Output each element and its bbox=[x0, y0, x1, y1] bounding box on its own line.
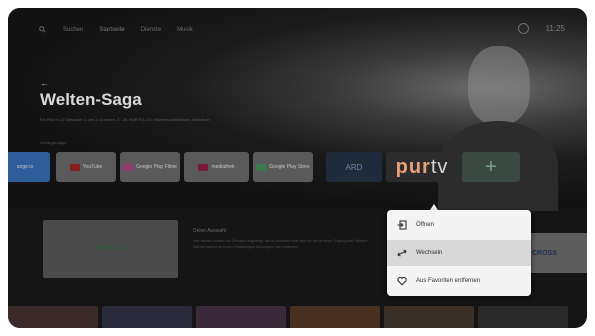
context-menu: Öffnen Wechseln Aus Favoriten entfernen bbox=[387, 210, 531, 296]
play-store-logo-icon bbox=[256, 163, 267, 171]
swap-icon bbox=[397, 249, 407, 257]
hero-title: Welten-Saga bbox=[40, 90, 142, 109]
youtube-logo-icon bbox=[69, 163, 80, 171]
nav-item-home[interactable]: Startseite bbox=[99, 27, 124, 33]
content-tile-fussball[interactable]: FUSSBALL bbox=[43, 220, 178, 278]
purtv-logo-prefix: pur bbox=[395, 155, 431, 178]
thumbnail-row bbox=[8, 306, 587, 328]
info-title: Deine Auswahl bbox=[193, 228, 227, 234]
tv-screen: Suchen Startseite Dienste Musik 11:25 ← … bbox=[8, 8, 587, 328]
thumbnail[interactable] bbox=[8, 306, 98, 328]
app-tile-ard[interactable]: ARD bbox=[326, 152, 382, 182]
thumbnail[interactable] bbox=[384, 306, 474, 328]
apps-section-label: Lieblings-Apps bbox=[40, 140, 67, 145]
mediathek-logo-icon bbox=[198, 163, 209, 171]
content-tile-right[interactable]: CROSS bbox=[526, 233, 587, 273]
heart-icon bbox=[397, 276, 407, 286]
thumbnail[interactable] bbox=[102, 306, 192, 328]
app-tile-youtube[interactable]: YouTube bbox=[56, 152, 116, 182]
play-movies-logo-icon bbox=[123, 163, 134, 171]
info-body: Hier werden Inhalte von Diensten angezei… bbox=[193, 239, 368, 249]
app-tile-purtv[interactable]: pur tv bbox=[386, 152, 458, 182]
add-app-button[interactable]: + bbox=[462, 152, 520, 182]
nav-item-music[interactable]: Musik bbox=[177, 27, 193, 33]
hero-description: Ein Film in 12 Episoden: 1 und 2 zu sehe… bbox=[40, 117, 211, 122]
app-tile-0[interactable]: ange.tv bbox=[8, 152, 50, 182]
menu-item-open[interactable]: Öffnen bbox=[387, 212, 531, 238]
info-panel: Deine Auswahl Hier werden Inhalte von Di… bbox=[193, 228, 368, 250]
app-tile-mediathek[interactable]: mediathek bbox=[184, 152, 249, 182]
settings-gear-icon[interactable] bbox=[518, 23, 529, 34]
app-tile-play-movies[interactable]: Google Play Filme bbox=[120, 152, 180, 182]
menu-item-remove-favorite[interactable]: Aus Favoriten entfernen bbox=[387, 268, 531, 294]
nav-item-services[interactable]: Dienste bbox=[141, 27, 161, 33]
back-arrow-icon[interactable]: ← bbox=[40, 78, 49, 88]
thumbnail[interactable] bbox=[290, 306, 380, 328]
search-icon[interactable] bbox=[38, 26, 47, 33]
thumbnail[interactable] bbox=[196, 306, 286, 328]
purtv-logo-suffix: tv bbox=[430, 155, 449, 178]
thumbnail[interactable] bbox=[478, 306, 568, 328]
clock: 11:25 bbox=[545, 24, 565, 33]
top-nav: Suchen Startseite Dienste Musik bbox=[38, 26, 193, 33]
app-tile-play-store[interactable]: Google Play Store bbox=[253, 152, 313, 182]
nav-item-search[interactable]: Suchen bbox=[63, 27, 83, 33]
menu-item-swap[interactable]: Wechseln bbox=[387, 240, 531, 266]
open-icon bbox=[397, 220, 407, 230]
